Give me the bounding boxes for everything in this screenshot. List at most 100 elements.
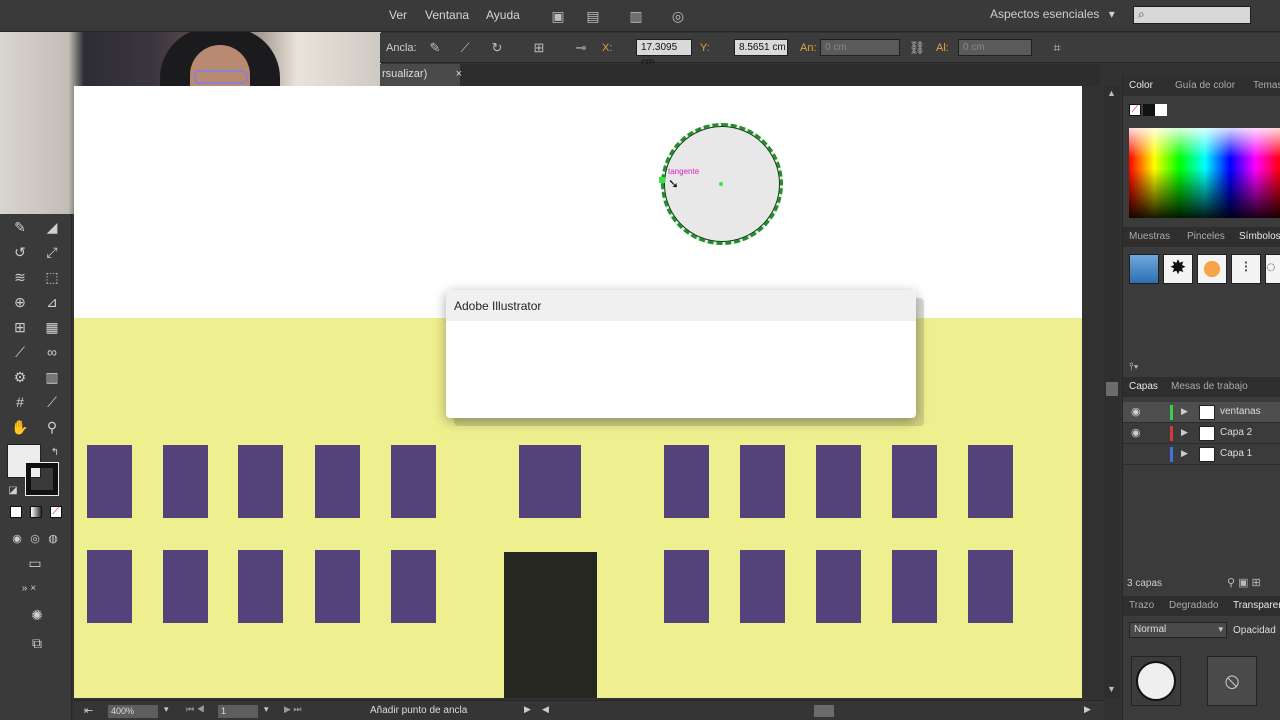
gradient-mode-icon[interactable] (30, 506, 42, 518)
layer-row[interactable]: ◉ ▶ ventanas (1123, 402, 1280, 423)
pencil-tool-icon[interactable]: ✎ (9, 216, 31, 238)
convert-anchor-icon[interactable]: ✎ (426, 39, 444, 57)
stock-icon[interactable]: ▤ (583, 6, 603, 26)
perspective-grid-tool-icon[interactable]: ⊿ (41, 291, 63, 313)
symbol-ring[interactable]: ◌ (1265, 254, 1280, 284)
hand-tool-icon[interactable]: ✋ (9, 416, 31, 438)
mesh-tool-icon[interactable]: ⊞ (9, 316, 31, 338)
status-menu-icon[interactable]: ▶ (524, 704, 531, 715)
window-shape[interactable] (892, 550, 937, 623)
menu-ayuda[interactable]: Ayuda (486, 8, 520, 22)
tab-swatches[interactable]: Muestras (1129, 231, 1170, 242)
expand-layer-icon[interactable]: ▶ (1181, 427, 1188, 438)
tab-color-guide[interactable]: Guía de color (1175, 80, 1235, 91)
artboard-dropdown-icon[interactable]: ▾ (264, 704, 269, 715)
none-swatch-icon[interactable]: ⟋ (1129, 104, 1141, 116)
tab-symbols[interactable]: Símbolos (1239, 231, 1280, 242)
blend-mode-select[interactable]: Normal ▾ (1129, 622, 1227, 638)
scroll-thumb[interactable] (1106, 382, 1118, 396)
door-shape[interactable] (504, 552, 597, 698)
window-shape[interactable] (315, 445, 360, 518)
scroll-left-icon[interactable]: ◀ (542, 704, 549, 715)
menu-ver[interactable]: Ver (389, 8, 407, 22)
zoom-dropdown-icon[interactable]: ▾ (164, 704, 169, 715)
x-field[interactable]: 17.3095 cm (636, 39, 692, 68)
artboard-tool-icon[interactable]: # (9, 391, 31, 413)
document-tab[interactable]: rsualizar) × (380, 64, 462, 86)
blend-tool-icon[interactable]: ∞ (41, 341, 63, 363)
window-shape[interactable] (892, 445, 937, 518)
reference-point-icon[interactable]: ⊞ (530, 39, 548, 57)
symbol-library-icon[interactable]: ⫯▾ (1129, 361, 1138, 374)
adobe-illustrator-dialog[interactable]: Adobe Illustrator (446, 290, 916, 418)
layer-actions-icon[interactable]: ⚲ ▣ ⊞ (1227, 576, 1261, 589)
draw-inside-icon[interactable]: ◍ (42, 528, 64, 550)
window-shape[interactable] (163, 445, 208, 518)
zoom-tool-icon[interactable]: ⚲ (41, 416, 63, 438)
symbol-splat[interactable]: ✸ (1163, 254, 1193, 284)
window-shape[interactable] (238, 445, 283, 518)
bridge-icon[interactable]: ▣ (548, 6, 568, 26)
window-shape[interactable] (968, 550, 1013, 623)
y-field[interactable]: 8.5651 cm (734, 39, 788, 56)
anchor-point-marker[interactable] (659, 177, 665, 183)
first-artboard-icon[interactable]: ⏮ ◀ (186, 704, 205, 715)
layer-row[interactable]: ◉ ▶ Capa 2 (1123, 423, 1280, 444)
eraser-tool-icon[interactable]: ◢ (41, 216, 63, 238)
window-shape[interactable] (163, 550, 208, 623)
window-shape[interactable] (238, 550, 283, 623)
workspace-switcher[interactable]: Aspectos esenciales ▾ (990, 7, 1115, 21)
stroke-swatch[interactable] (26, 463, 58, 495)
layer-name[interactable]: Capa 1 (1220, 448, 1252, 459)
window-shape[interactable] (87, 550, 132, 623)
window-shape[interactable] (816, 550, 861, 623)
expand-layer-icon[interactable]: ▶ (1181, 448, 1188, 459)
free-transform-tool-icon[interactable]: ⬚ (41, 266, 63, 288)
shape-builder-tool-icon[interactable]: ⊕ (9, 291, 31, 313)
window-shape[interactable] (664, 445, 709, 518)
layer-name[interactable]: ventanas (1220, 406, 1261, 417)
window-shape[interactable] (968, 445, 1013, 518)
window-shape[interactable] (664, 550, 709, 623)
graph-tool-icon[interactable]: ▥ (41, 366, 63, 388)
tab-transparency[interactable]: Transparencia (1233, 600, 1280, 611)
appearance-panel-icon[interactable]: ✺ (26, 604, 48, 626)
align-anchor-icon[interactable]: ⊸ (572, 39, 590, 57)
black-swatch[interactable] (1143, 104, 1155, 116)
eye-icon[interactable]: ◉ (1131, 405, 1141, 418)
default-colors-icon[interactable]: ◪ (2, 480, 24, 502)
next-artboard-icon[interactable]: ▶ ⏭ (284, 704, 302, 715)
window-shape[interactable] (391, 550, 436, 623)
layer-row[interactable]: ▶ Capa 1 (1123, 444, 1280, 465)
constrain-proportions-icon[interactable]: ⛓ (908, 39, 926, 57)
window-shape[interactable] (315, 550, 360, 623)
width-field[interactable]: 0 cm (820, 39, 900, 56)
window-shape[interactable] (816, 445, 861, 518)
artboard-field[interactable]: 1 (218, 705, 258, 718)
clip-mask-icon[interactable]: ⦸ (1207, 656, 1257, 706)
artboard-nav-icon[interactable]: ⇤ (84, 704, 93, 717)
color-mode-icon[interactable] (10, 506, 22, 518)
height-field[interactable]: 0 cm (958, 39, 1032, 56)
horizontal-scroll-thumb[interactable] (814, 705, 834, 717)
symbol-sprayer-tool-icon[interactable]: ⚙ (9, 366, 31, 388)
slice-tool-icon[interactable]: ⟋ (41, 391, 63, 413)
scroll-down-icon[interactable]: ▼ (1107, 684, 1116, 694)
white-swatch[interactable] (1155, 104, 1167, 116)
handles-icon[interactable]: ↻ (488, 39, 506, 57)
eye-icon[interactable]: ◉ (1131, 426, 1141, 439)
symbol-blue-banner[interactable] (1129, 254, 1159, 284)
help-search-input[interactable]: ⌕ (1133, 6, 1251, 24)
expand-layer-icon[interactable]: ▶ (1181, 406, 1188, 417)
tab-layers[interactable]: Capas (1129, 381, 1158, 392)
tab-color[interactable]: Color (1129, 80, 1153, 91)
tab-stroke[interactable]: Trazo (1129, 600, 1154, 611)
vertical-scrollbar[interactable]: ▲ ▼ (1104, 86, 1120, 698)
symbol-orange-button[interactable] (1197, 254, 1227, 284)
none-mode-icon[interactable]: ⟋ (50, 506, 62, 518)
tab-brushes[interactable]: Pinceles (1187, 231, 1225, 242)
window-shape[interactable] (391, 445, 436, 518)
window-shape[interactable] (740, 445, 785, 518)
navigator-panel-icon[interactable]: ⧉ (26, 632, 48, 654)
symbol-dots[interactable]: ⁝ (1231, 254, 1261, 284)
